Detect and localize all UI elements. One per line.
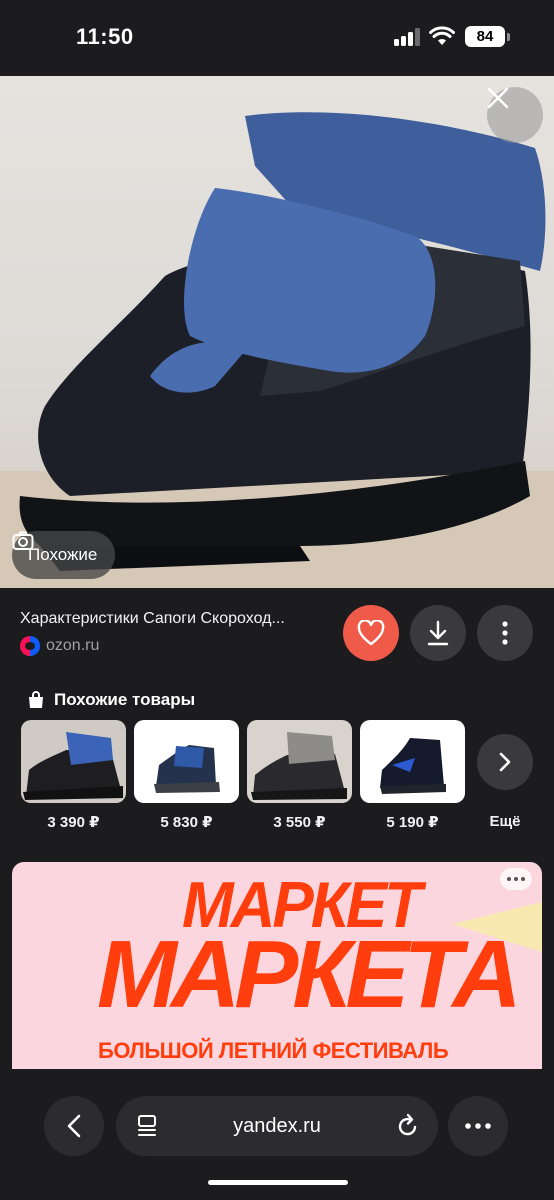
address-bar[interactable]: yandex.ru: [116, 1096, 438, 1156]
product-price: 5 190 ₽: [386, 814, 439, 831]
product-thumbnail: [247, 720, 352, 803]
chevron-left-icon: [67, 1114, 81, 1138]
next-products-button[interactable]: [477, 734, 533, 790]
result-image[interactable]: Похожие: [0, 76, 554, 588]
close-icon: [487, 87, 509, 109]
wifi-icon: [429, 26, 455, 45]
result-info: Характеристики Сапоги Скороход... ozon.r…: [0, 596, 554, 676]
ad-banner[interactable]: МАРКЕТ МАРКЕТА БОЛЬШОЙ ЛЕТНИЙ ФЕСТИВАЛЬ: [12, 862, 542, 1069]
download-icon: [427, 620, 449, 646]
reload-icon[interactable]: [396, 1113, 420, 1139]
similar-products-header: Похожие товары: [28, 690, 195, 710]
back-button[interactable]: [44, 1096, 104, 1156]
heart-icon: [357, 620, 385, 646]
chevron-right-icon: [499, 752, 511, 772]
similar-label: Похожие: [28, 545, 98, 564]
camera-search-icon: [12, 531, 34, 550]
status-bar: 11:50 84: [0, 0, 554, 76]
shopping-bag-icon: [29, 691, 43, 708]
product-card[interactable]: 3 550 ₽: [247, 720, 352, 831]
more-options-button[interactable]: [477, 605, 533, 661]
product-thumbnail: [21, 720, 126, 803]
battery-cap: [507, 33, 510, 41]
similar-products-title: Похожие товары: [54, 690, 196, 709]
home-indicator: [208, 1180, 348, 1185]
product-card[interactable]: 5 190 ₽: [360, 720, 465, 831]
similar-search-button[interactable]: Похожие: [12, 531, 116, 579]
download-button[interactable]: [410, 605, 466, 661]
ad-headline-main: МАРКЕТА: [97, 921, 522, 1028]
ozon-logo-icon: [20, 636, 40, 656]
ad-options-button[interactable]: [500, 868, 532, 890]
product-thumbnail: [134, 720, 239, 803]
reader-mode-icon[interactable]: [136, 1114, 158, 1138]
boot-image: [0, 112, 554, 588]
product-price: 5 830 ₽: [160, 814, 213, 831]
product-card[interactable]: 5 830 ₽: [134, 720, 239, 831]
ad-tagline: БОЛЬШОЙ ЛЕТНИЙ ФЕСТИВАЛЬ: [98, 1038, 449, 1063]
vertical-dots-icon: [502, 621, 508, 645]
cellular-signal-icon: [394, 28, 420, 46]
close-button[interactable]: [487, 87, 543, 143]
status-time: 11:50: [76, 24, 134, 49]
product-price: 3 550 ₽: [273, 814, 326, 831]
battery-indicator: 84: [465, 26, 505, 47]
url-text: yandex.ru: [233, 1114, 321, 1137]
result-source[interactable]: ozon.ru: [20, 636, 99, 656]
browser-menu-button[interactable]: [448, 1096, 508, 1156]
product-card[interactable]: 3 390 ₽: [21, 720, 126, 831]
more-products-link[interactable]: Ещё: [480, 813, 530, 830]
favorite-button[interactable]: [343, 605, 399, 661]
source-domain: ozon.ru: [46, 637, 100, 654]
product-thumbnail: [360, 720, 465, 803]
product-price: 3 390 ₽: [47, 814, 100, 831]
horizontal-dots-icon: [465, 1123, 491, 1129]
result-title[interactable]: Характеристики Сапоги Скороход...: [20, 610, 330, 628]
